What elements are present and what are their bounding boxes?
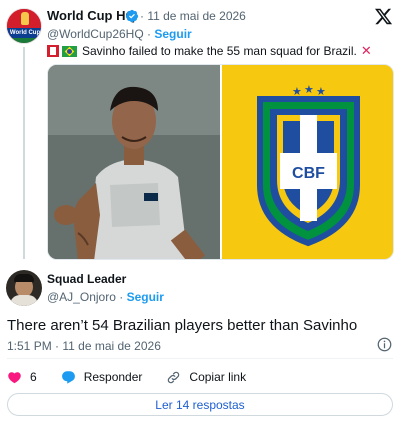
divider	[7, 358, 393, 359]
quoted-handle-row: @WorldCup26HQ · Seguir	[47, 27, 192, 41]
player-photo[interactable]	[48, 65, 220, 259]
x-logo-icon[interactable]	[374, 7, 393, 26]
heart-icon	[8, 371, 21, 383]
cbf-crest-image[interactable]: CBF ★ ★ ★	[222, 65, 393, 259]
cbf-crest-illustration: CBF ★ ★ ★	[222, 65, 393, 259]
like-button[interactable]: 6	[7, 368, 37, 386]
reply-button[interactable]: Responder	[61, 368, 143, 386]
main-follow-link[interactable]: Seguir	[127, 290, 164, 304]
world-cup-hq-avatar[interactable]: World Cup	[6, 8, 42, 44]
tweet-media-grid[interactable]: CBF ★ ★ ★	[47, 64, 394, 260]
brazil-flag-icon	[62, 45, 77, 57]
copy-link-button[interactable]: Copiar link	[166, 368, 246, 386]
main-handle[interactable]: @AJ_Onjoro	[47, 290, 116, 304]
read-replies-button[interactable]: Ler 14 respostas	[7, 393, 393, 416]
thread-connector-line	[23, 47, 25, 259]
player-photo-illustration	[48, 65, 220, 259]
quoted-follow-link[interactable]: Seguir	[154, 27, 191, 41]
cbf-badge-text: CBF	[292, 165, 325, 182]
svg-text:★: ★	[292, 85, 302, 98]
quoted-tweet-date[interactable]: · 11 de mai de 2026	[140, 9, 246, 23]
tweet-actions-bar: 6 Responder Copiar link	[7, 368, 270, 386]
like-count: 6	[30, 370, 37, 384]
quoted-handle[interactable]: @WorldCup26HQ	[47, 27, 144, 41]
main-tweet-timestamp[interactable]: 1:51 PM · 11 de mai de 2026	[7, 339, 161, 353]
info-icon[interactable]	[377, 337, 392, 352]
canada-flag-icon	[47, 45, 59, 57]
main-author-name[interactable]: Squad Leader	[47, 272, 126, 286]
main-handle-row: @AJ_Onjoro · Seguir	[47, 290, 164, 304]
cross-mark-icon: ✕	[360, 43, 372, 58]
avatar-logo-text: World Cup	[7, 28, 41, 38]
quoted-tweet-text: Savinho failed to make the 55 man squad …	[82, 44, 357, 58]
reply-label: Responder	[83, 370, 143, 384]
handle-separator: ·	[119, 290, 124, 304]
svg-text:★: ★	[304, 83, 314, 96]
copy-link-label: Copiar link	[189, 370, 247, 384]
verified-badge-icon	[125, 9, 139, 23]
tweet-embed-card: World Cup World Cup HQ · 11 de mai de 20…	[0, 0, 405, 431]
handle-separator: ·	[147, 27, 152, 41]
reply-bubble-icon	[61, 370, 75, 384]
squad-leader-avatar[interactable]	[6, 270, 42, 306]
main-tweet-text: There aren’t 54 Brazilian players better…	[7, 317, 358, 334]
svg-text:★: ★	[316, 85, 326, 98]
quoted-tweet-text-row: Savinho failed to make the 55 man squad …	[47, 43, 372, 59]
quoted-author-name[interactable]: World Cup HQ	[47, 8, 136, 23]
link-icon	[168, 371, 180, 383]
